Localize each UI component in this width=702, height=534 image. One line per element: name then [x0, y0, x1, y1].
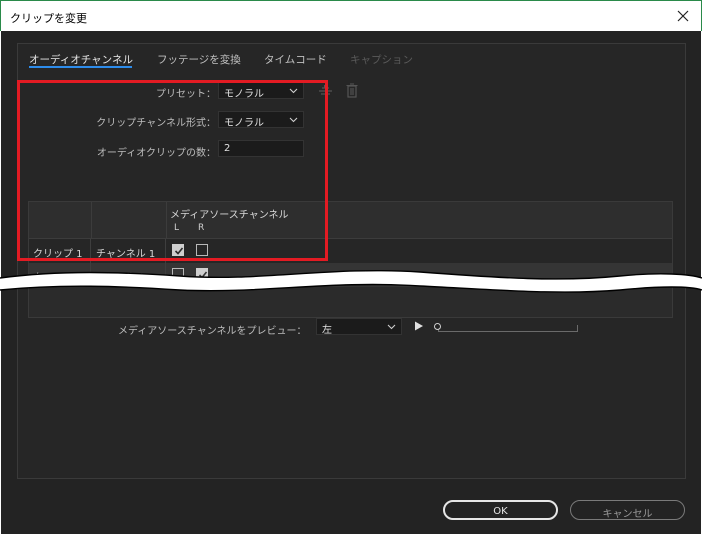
tab-timecode[interactable]: タイムコード: [264, 52, 327, 67]
close-icon[interactable]: [671, 4, 695, 28]
ok-button[interactable]: OK: [443, 500, 558, 520]
window-title: クリップを変更: [10, 12, 87, 25]
preview-channel-value: 左: [322, 325, 332, 336]
play-icon[interactable]: [414, 321, 424, 331]
highlight-annotation: [17, 80, 328, 261]
trash-icon[interactable]: [346, 83, 358, 98]
tab-audio-channels[interactable]: オーディオチャンネル: [29, 52, 133, 67]
preview-channel-dropdown[interactable]: 左: [316, 318, 402, 336]
preview-scrubber-track[interactable]: [438, 325, 578, 332]
preview-scrubber-handle[interactable]: [434, 323, 441, 330]
tab-captions: キャプション: [350, 54, 413, 66]
preview-label: メディアソースチャンネルをプレビュー：: [118, 326, 307, 337]
active-tab-indicator: [29, 66, 132, 68]
title-bar: クリップを変更: [0, 0, 702, 31]
screenshot-tear: [0, 269, 702, 293]
cancel-button[interactable]: キャンセル: [570, 500, 685, 520]
tab-bar: オーディオチャンネル フッテージを変換 タイムコード キャプション: [18, 44, 685, 72]
tab-interpret-footage[interactable]: フッテージを変換: [157, 52, 241, 67]
chevron-down-icon: [387, 324, 396, 330]
